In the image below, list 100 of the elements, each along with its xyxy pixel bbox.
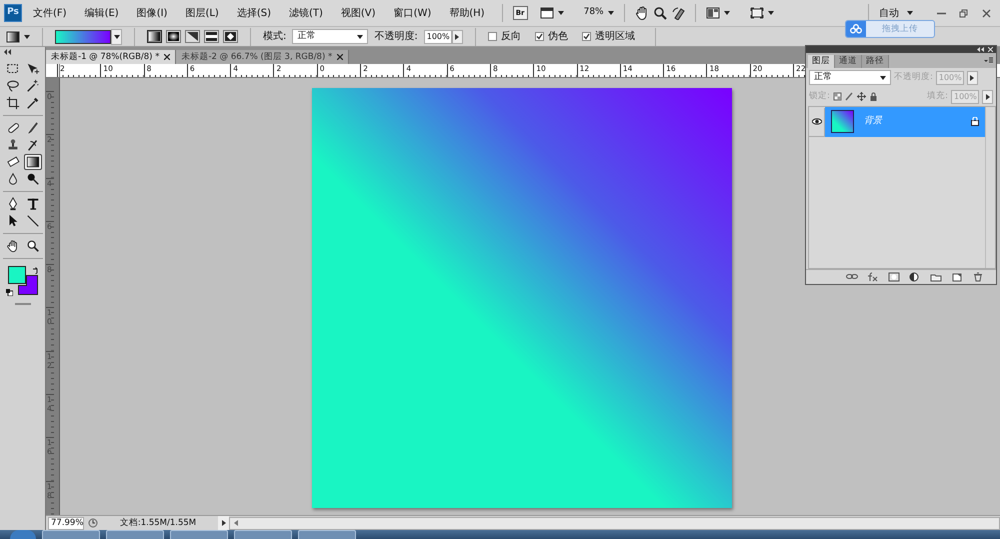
type-icon	[26, 197, 40, 211]
layer-thumbnail	[831, 110, 854, 133]
swap-icon[interactable]	[32, 267, 38, 274]
stamp-icon	[6, 138, 20, 152]
panel-menu-icon[interactable]	[984, 57, 993, 64]
collapse-icon[interactable]	[3, 49, 13, 55]
status-menu-button[interactable]	[218, 516, 229, 530]
tool-button[interactable]	[24, 154, 42, 170]
link-icon[interactable]	[846, 272, 858, 282]
menu-item[interactable]: 选择(S)	[230, 6, 278, 20]
gradient-type-button[interactable]	[147, 30, 162, 43]
menu-item[interactable]: 编辑(E)	[78, 6, 126, 20]
screen-frame-icon	[750, 7, 764, 19]
move-icon[interactable]	[856, 92, 866, 101]
fill-label: 填充:	[927, 90, 948, 103]
gradient-type-button[interactable]	[185, 30, 200, 43]
opacity-field[interactable]: 100%	[424, 30, 452, 44]
restore-button[interactable]	[958, 8, 969, 18]
background-color-swatch[interactable]	[18, 275, 38, 295]
app-logo: Ps	[4, 4, 22, 22]
document-status-icon[interactable]	[88, 518, 98, 528]
zoom-field[interactable]: 77.99%	[48, 516, 84, 530]
opacity-slider-button[interactable]	[966, 70, 978, 84]
document-tab[interactable]: 未标题-1 @ 78%(RGB/8) *	[46, 50, 176, 64]
checkbox-label: 伪色	[548, 30, 568, 44]
hand-icon	[6, 239, 20, 253]
window-icon	[540, 7, 554, 19]
opacity-label: 不透明度:	[894, 71, 933, 84]
checkbox-label: 反向	[500, 30, 521, 44]
history-brush-icon	[26, 138, 40, 152]
folder-icon[interactable]	[930, 272, 942, 282]
line-icon	[26, 214, 40, 228]
minimize-button[interactable]	[937, 12, 946, 14]
gradient-picker[interactable]	[55, 28, 122, 44]
trash-icon[interactable]	[972, 272, 984, 282]
opacity-label: 不透明度:	[374, 30, 418, 44]
mode-select[interactable]: 正常	[292, 29, 368, 44]
gradient-icon	[26, 155, 40, 169]
cloud-icon	[850, 24, 862, 34]
reflected-gradient-icon	[206, 32, 217, 41]
menu-item[interactable]: 图像(I)	[130, 6, 174, 20]
close-icon[interactable]	[164, 54, 170, 60]
burn-icon	[26, 172, 40, 186]
layout-icon	[706, 7, 720, 19]
menu-item[interactable]: 滤镜(T)	[282, 6, 330, 20]
eye-icon	[812, 118, 822, 125]
checkbox[interactable]	[534, 32, 544, 41]
mode-label: 模式:	[263, 30, 286, 44]
menu-item[interactable]: 图层(L)	[178, 6, 226, 20]
gradient-type-button[interactable]	[166, 30, 181, 43]
scroll-left-icon	[234, 520, 238, 526]
minimize-icon	[937, 12, 946, 14]
lasso-icon	[6, 79, 20, 93]
new-layer-icon[interactable]	[951, 272, 963, 282]
angle-gradient-icon	[187, 32, 198, 41]
layer-name: 背景	[864, 114, 884, 128]
layout-button[interactable]	[706, 7, 730, 19]
fx-icon[interactable]	[867, 272, 879, 282]
menu-item[interactable]: 窗口(W)	[386, 6, 438, 20]
magic-wand-icon	[26, 79, 40, 93]
lock-icon[interactable]	[868, 92, 878, 101]
screen-mode-button[interactable]	[750, 7, 774, 19]
tool-preset-picker[interactable]	[6, 30, 30, 42]
adjustment-icon[interactable]	[909, 272, 921, 282]
gradient-type-button[interactable]	[204, 30, 219, 43]
zoom-icon	[26, 239, 40, 253]
gradient-type-button[interactable]	[223, 30, 238, 43]
close-button[interactable]	[981, 8, 992, 18]
hand-icon[interactable]	[634, 6, 649, 20]
menu-item[interactable]: 帮助(H)	[442, 6, 492, 20]
zoom-dropdown[interactable]: 78%	[584, 6, 614, 20]
mask-icon[interactable]	[888, 272, 900, 282]
default-colors-icon[interactable]	[6, 289, 12, 296]
lock-label: 锁定:	[809, 90, 830, 103]
eyedropper-icon	[26, 96, 40, 110]
gradient-icon	[6, 30, 20, 42]
brush-icon	[26, 121, 40, 135]
linear-gradient-icon	[149, 32, 160, 41]
lock-pixels-icon[interactable]	[832, 92, 842, 101]
marquee-icon	[6, 62, 20, 76]
menu-item[interactable]: 视图(V)	[334, 6, 383, 20]
crop-icon	[6, 96, 20, 110]
rotate-view-icon[interactable]	[670, 6, 685, 20]
menu-item[interactable]: 文件(F)	[26, 6, 74, 20]
search-icon[interactable]	[652, 6, 667, 20]
brush-icon[interactable]	[844, 92, 854, 101]
horizontal-scrollbar[interactable]	[229, 516, 1000, 530]
fill-slider-button[interactable]	[982, 90, 993, 104]
restore-icon	[958, 8, 969, 18]
checkbox[interactable]	[582, 32, 591, 41]
checkbox[interactable]	[488, 32, 497, 41]
document-tab[interactable]: 未标题-2 @ 66.7% (图层 3, RGB/8) *	[176, 50, 350, 64]
close-icon	[981, 8, 992, 18]
diamond-gradient-icon	[225, 32, 236, 41]
foreground-color-swatch[interactable]	[8, 266, 26, 284]
close-icon[interactable]	[337, 54, 344, 60]
radial-gradient-icon	[168, 32, 179, 41]
workspace-dropdown[interactable]: 自动	[879, 6, 913, 20]
opacity-slider-button[interactable]	[452, 30, 463, 44]
arrange-button[interactable]	[540, 7, 564, 19]
